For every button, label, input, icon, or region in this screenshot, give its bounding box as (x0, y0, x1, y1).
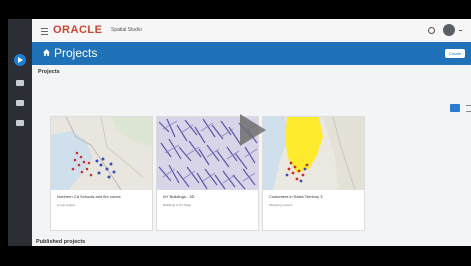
video-frame: { "header": { "brand": "ORACLE", "produc… (0, 0, 471, 266)
nav-item-connections-icon[interactable] (16, 100, 24, 106)
project-title: Customers in Sales Territory 3 (269, 194, 323, 199)
main-content: Projects Northern CA Schools and fire zo… (32, 65, 471, 246)
brand-logo: ORACLE (53, 24, 103, 36)
left-nav-rail (8, 19, 32, 246)
published-projects-section-title: Published projects (36, 239, 86, 245)
page-title-bar: Projects Create (32, 42, 471, 65)
project-card[interactable]: Northern CA Schools and fire zones A new… (50, 116, 153, 231)
top-header: ORACLE Spatial Studio (32, 19, 471, 43)
nav-item-jobs-icon[interactable] (16, 120, 24, 126)
project-description: Buildings in NY State (163, 203, 192, 207)
home-icon (43, 49, 50, 56)
project-title: Northern CA Schools and fire zones (57, 194, 121, 199)
projects-section-title: Projects (38, 69, 60, 75)
grid-view-icon[interactable] (450, 104, 460, 112)
play-icon[interactable] (240, 114, 266, 146)
list-view-icon[interactable] (466, 105, 471, 112)
nav-item-datasets-icon[interactable] (16, 80, 24, 86)
avatar[interactable] (443, 24, 455, 36)
project-description: A new project (57, 203, 76, 207)
create-button[interactable]: Create (445, 49, 465, 58)
page-title: Projects (54, 46, 98, 60)
hamburger-icon[interactable] (41, 28, 48, 35)
map-thumbnail (263, 117, 364, 190)
project-title: NY Buildings - 3D (163, 194, 195, 199)
project-card[interactable]: Customers in Sales Territory 3 Shopping … (262, 116, 365, 231)
spatial-studio-app: ORACLE Spatial Studio Projects Create Pr… (8, 19, 471, 246)
nav-item-projects-icon[interactable] (14, 54, 26, 66)
map-thumbnail (51, 117, 152, 190)
product-name: Spatial Studio (111, 27, 142, 33)
project-description: Shopping centers (269, 203, 293, 207)
gear-icon[interactable] (428, 27, 435, 34)
chevron-down-icon[interactable] (459, 30, 462, 31)
